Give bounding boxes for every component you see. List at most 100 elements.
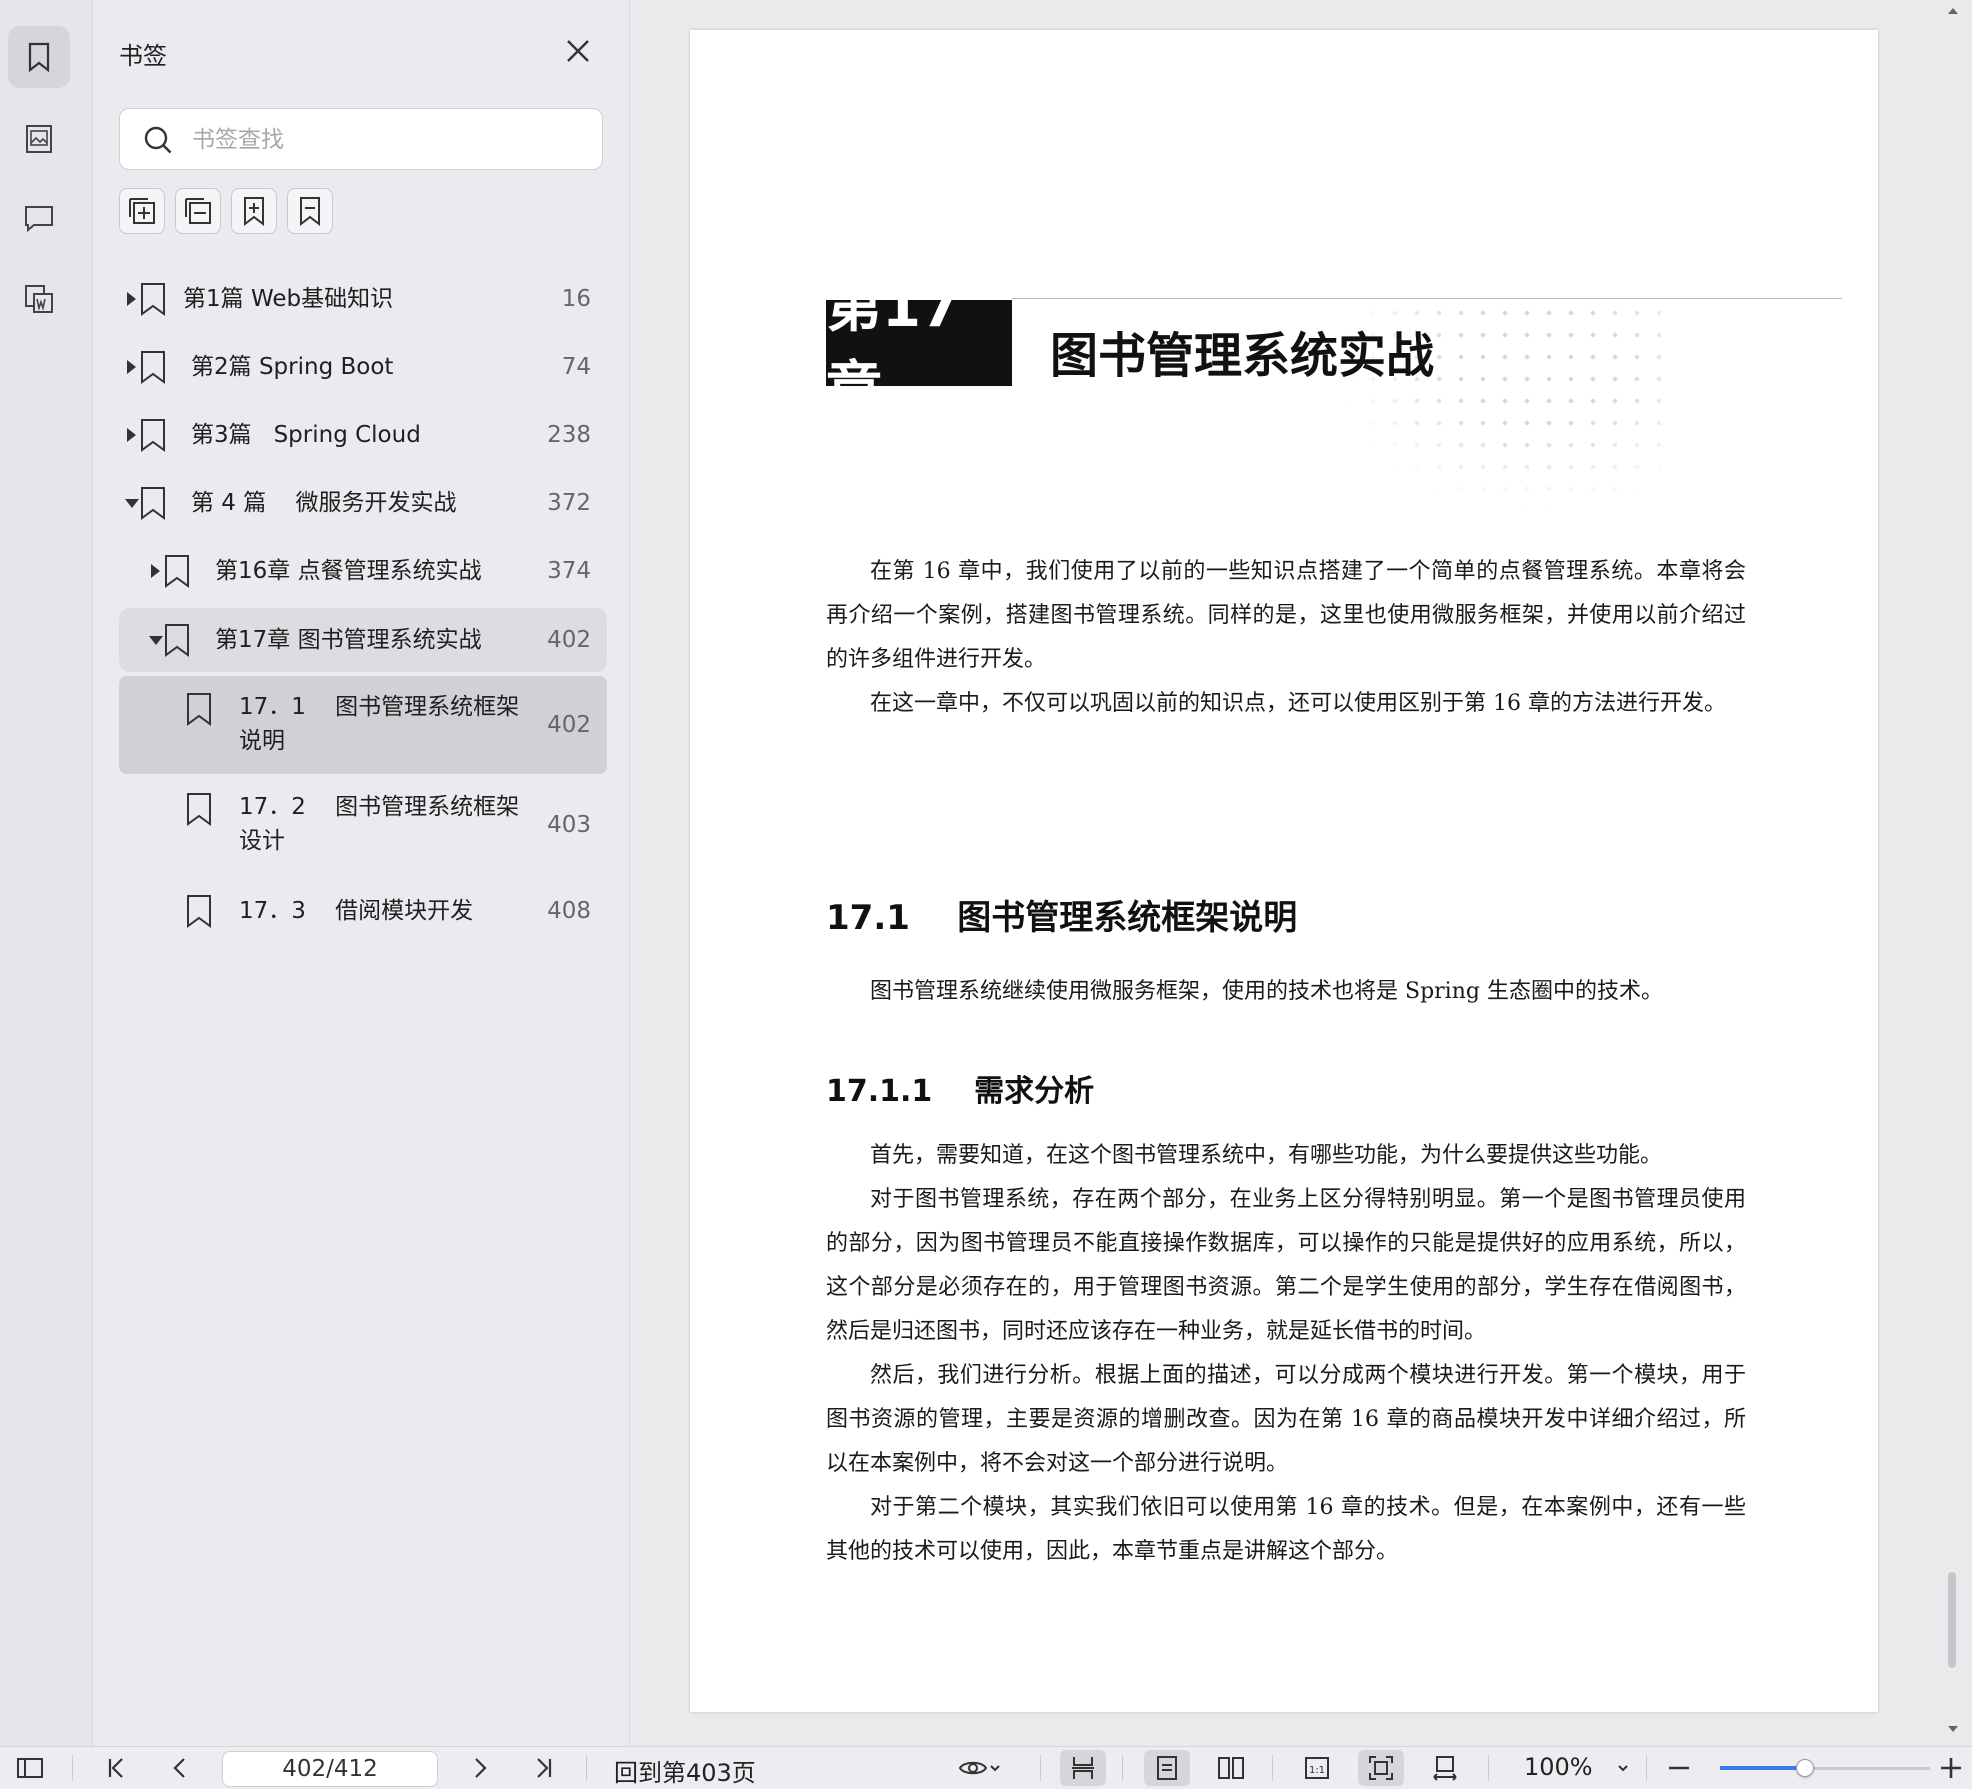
add-bookmark-button[interactable] [231,188,277,234]
vertical-scrollbar[interactable] [1948,1572,1956,1668]
bookmark-item-active[interactable]: 17．1 图书管理系统框架 说明 402 [119,676,607,774]
paragraph: 首先，需要知道，在这个图书管理系统中，有哪些功能，为什么要提供这些功能。 [870,1143,1663,1168]
zoom-in-button[interactable] [1936,1747,1966,1789]
single-page-button[interactable] [1144,1750,1190,1786]
bookmark-page: 238 [547,422,591,448]
page-number-input[interactable] [222,1751,438,1787]
divider [1040,1755,1041,1781]
first-page-button[interactable] [98,1747,134,1789]
close-icon[interactable] [563,36,593,66]
collapse-all-icon [185,198,211,224]
bookmark-item[interactable]: 第3篇 Spring Cloud 238 [119,414,607,456]
two-page-button[interactable] [1208,1747,1254,1789]
convert-tab[interactable] [8,268,70,330]
expand-all-button[interactable] [119,188,165,234]
view-mode-button[interactable] [950,1747,1010,1789]
bookmark-item[interactable]: 17．3 借阅模块开发 408 [119,890,607,932]
return-to-page-link[interactable]: 回到第403页 [614,1753,756,1788]
fit-page-button[interactable] [1358,1750,1404,1786]
collapse-arrow-icon[interactable] [125,499,139,508]
actual-size-button[interactable]: 1:1 [1294,1747,1340,1789]
bookmark-icon [28,42,50,73]
search-input[interactable] [190,117,584,163]
collapse-arrow-icon[interactable] [149,636,163,645]
paragraph: 在这一章中，不仅可以巩固以前的知识点，还可以使用区别于第 16 章的方法进行开发… [870,691,1726,716]
bookmark-item[interactable]: 17．2 图书管理系统框架 设计 403 [119,780,607,872]
last-page-button[interactable] [526,1747,562,1789]
plus-icon [1941,1758,1961,1778]
bookmark-item[interactable]: 第2篇 Spring Boot 74 [119,346,607,388]
bookmark-page: 408 [547,898,591,924]
zoom-slider-fill [1720,1766,1804,1770]
bookmark-label: 第16章 点餐管理系统实战 [215,558,482,584]
collapse-all-button[interactable] [175,188,221,234]
bookmark-page: 74 [561,354,591,380]
bookmark-icon [187,895,211,928]
section-heading: 17.1 图书管理系统框架说明 [826,898,1298,938]
actual-size-icon: 1:1 [1305,1757,1329,1779]
continuous-scroll-button[interactable] [1060,1750,1106,1786]
bookmark-page: 372 [547,490,591,516]
continuous-scroll-icon [1072,1757,1094,1779]
bookmark-label: 17．1 图书管理系统框架 说明 [239,694,520,754]
thumbnail-icon [26,125,52,153]
toggle-sidebar-button[interactable] [12,1747,48,1789]
chevron-down-icon [990,1765,1000,1772]
bookmark-page: 374 [547,558,591,584]
bookmark-page: 16 [561,286,591,312]
convert-word-icon [25,285,53,313]
divider [1488,1755,1489,1781]
sidebar-toggle-icon [17,1758,43,1778]
bookmark-icon [187,793,211,826]
expand-arrow-icon[interactable] [127,428,136,442]
subsection-heading: 17.1.1 需求分析 [826,1074,1095,1109]
bookmark-item[interactable]: 第 4 篇 微服务开发实战 372 [119,482,607,524]
remove-bookmark-button[interactable] [287,188,333,234]
two-page-icon [1218,1757,1244,1779]
comments-tab[interactable] [8,187,70,249]
status-bar: 回到第403页 1:1 100% [0,1746,1972,1789]
chapter-title: 图书管理系统实战 [1050,328,1435,384]
document-page: 第17章 图书管理系统实战 在第 16 章中，我们使用了以前的一些知识点搭建了一… [690,30,1878,1712]
bookmark-icon [141,283,165,316]
divider [72,1755,73,1781]
bookmark-icon [187,693,211,726]
last-page-icon [537,1758,552,1778]
next-page-button[interactable] [462,1747,498,1789]
first-page-icon [108,1758,123,1778]
previous-page-button[interactable] [162,1747,198,1789]
zoom-slider-handle[interactable] [1796,1759,1814,1777]
zoom-out-button[interactable] [1664,1747,1694,1789]
bookmark-icon [141,487,165,520]
chevron-down-icon[interactable] [1616,1761,1630,1775]
chevron-right-icon [475,1758,487,1778]
bookmark-item-selected-parent[interactable]: 第17章 图书管理系统实战 402 [119,608,607,672]
search-icon [144,126,172,154]
paragraph: 然后，我们进行分析。根据上面的描述，可以分成两个模块进行开发。第一个模块，用于图… [826,1363,1746,1476]
document-viewer[interactable]: 第17章 图书管理系统实战 在第 16 章中，我们使用了以前的一些知识点搭建了一… [630,0,1972,1746]
paragraph: 对于图书管理系统，存在两个部分，在业务上区分得特别明显。第一个是图书管理员使用的… [826,1187,1746,1344]
zoom-level[interactable]: 100% [1524,1753,1593,1781]
expand-arrow-icon[interactable] [127,360,136,374]
bookmark-search[interactable] [119,108,603,170]
bookmark-label: 第 4 篇 微服务开发实战 [191,490,457,516]
single-page-icon [1157,1756,1177,1780]
bookmark-icon [141,351,165,384]
expand-all-icon [129,198,155,224]
scroll-down-icon[interactable] [1946,1722,1960,1736]
fit-width-button[interactable] [1422,1747,1468,1789]
remove-bookmark-icon [300,197,320,227]
bookmark-item[interactable]: 第16章 点餐管理系统实战 374 [119,550,607,592]
thumbnails-tab[interactable] [8,108,70,170]
bookmark-label: 17．2 图书管理系统框架 设计 [239,794,520,854]
bookmark-label: 第1篇 Web基础知识 [183,286,394,312]
comment-icon [25,206,53,233]
bookmark-label: 第17章 图书管理系统实战 [215,627,482,653]
expand-arrow-icon[interactable] [127,292,136,306]
scroll-up-icon[interactable] [1946,4,1960,18]
bookmarks-panel: 书签 第1篇 Web基础知识 16 第2篇 Spring Boot 74 第3篇… [93,0,630,1746]
bookmark-item[interactable]: 第1篇 Web基础知识 16 [119,278,607,320]
bookmarks-tab[interactable] [8,26,70,88]
fit-width-icon [1433,1756,1457,1781]
expand-arrow-icon[interactable] [151,564,160,578]
